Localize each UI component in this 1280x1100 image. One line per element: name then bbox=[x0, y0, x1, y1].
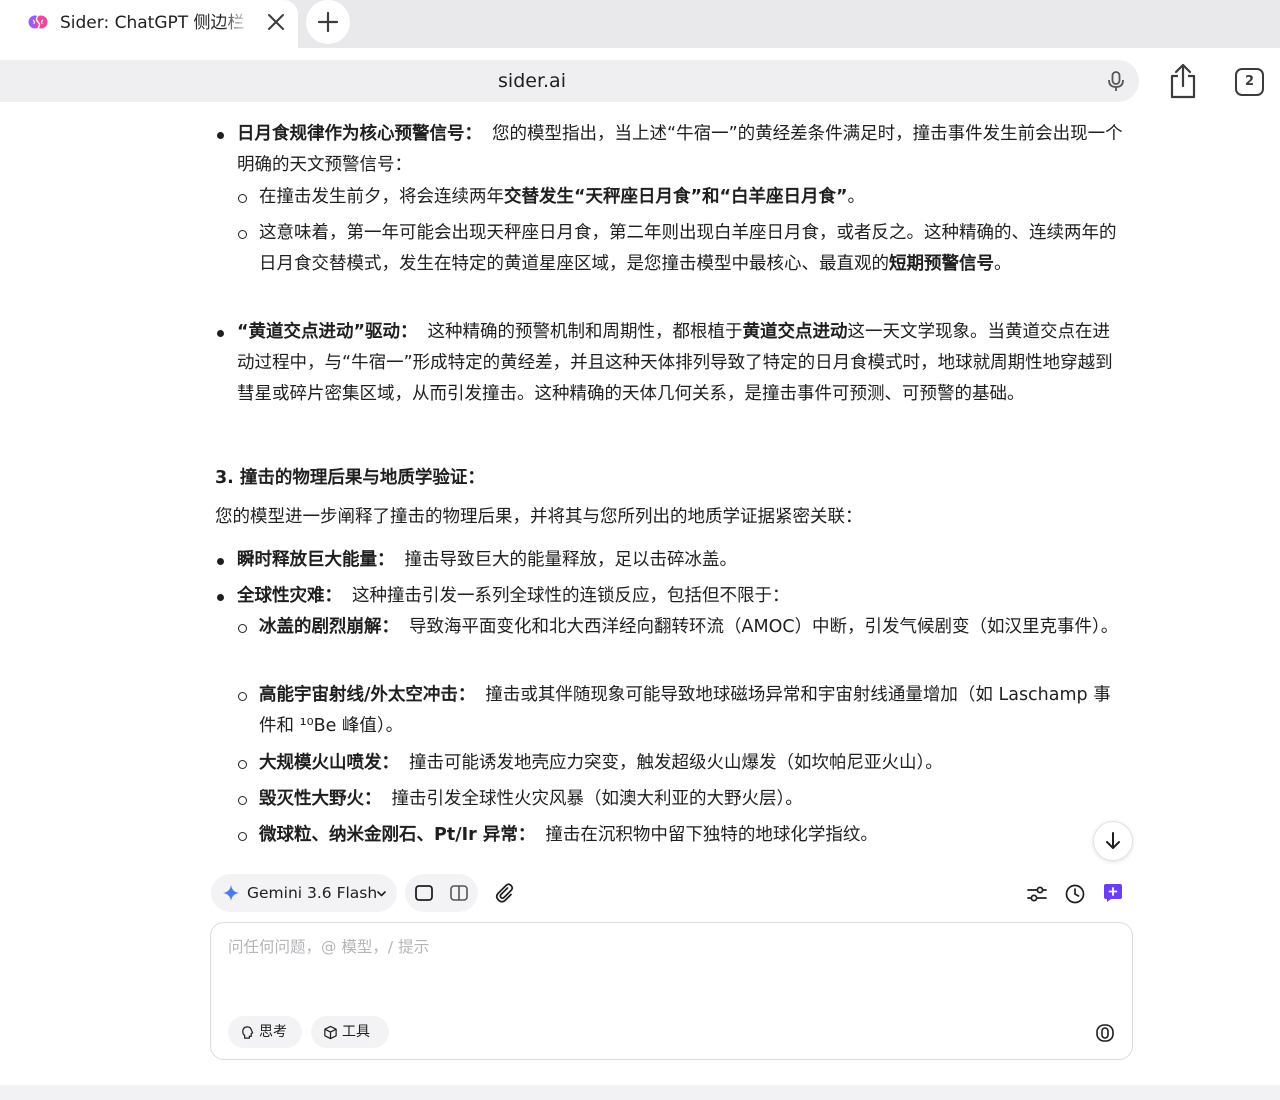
item-text: 这种精确的预警机制和周期性，都根植于 bbox=[427, 322, 743, 342]
page-bottom-edge bbox=[0, 1085, 1280, 1100]
microphone-icon[interactable] bbox=[1104, 69, 1128, 93]
new-tab-button[interactable] bbox=[306, 0, 350, 44]
brain-icon bbox=[242, 1025, 254, 1039]
tab-switcher-button[interactable]: 2 bbox=[1235, 68, 1264, 96]
think-button[interactable]: 思考 bbox=[228, 1016, 302, 1048]
browser-toolbar: sider.ai 2 bbox=[0, 48, 1280, 116]
plus-icon bbox=[317, 11, 339, 33]
bullet-circle bbox=[238, 832, 247, 841]
list-item: 微球粒、纳米金刚石、Pt/Ir 异常： 撞击在沉积物中留下独特的地球化学指纹。 bbox=[215, 820, 1127, 851]
item-heading: 大规模火山喷发： bbox=[259, 753, 399, 773]
item-text: 撞击在沉积物中留下独特的地球化学指纹。 bbox=[545, 825, 878, 845]
item-emphasis: 短期预警信号 bbox=[889, 254, 994, 274]
item-emphasis: 交替发生“天秤座日月食”和“白羊座日月食” bbox=[504, 187, 848, 207]
list-item: 高能宇宙射线/外太空冲击： 撞击或其伴随现象可能导致地球磁场异常和宇宙射线通量增加… bbox=[215, 680, 1127, 742]
item-text: 导致海平面变化和北大西洋经向翻转环流（AMOC）中断，引发气候剧变（如汉里克事件… bbox=[409, 617, 1119, 637]
list-item: 全球性灾难： 这种撞击引发一系列全球性的连锁反应，包括但不限于： bbox=[215, 581, 1127, 612]
list-item: 在撞击发生前夕，将会连续两年交替发生“天秤座日月食”和“白羊座日月食”。 bbox=[215, 182, 1127, 213]
attach-icon[interactable] bbox=[494, 882, 516, 904]
bullet-circle bbox=[238, 692, 247, 701]
item-text: 在撞击发生前夕，将会连续两年 bbox=[259, 187, 504, 207]
active-tab[interactable]: Sider: ChatGPT 侧边栏 + bbox=[0, 0, 298, 48]
item-text: 这种撞击引发一系列全球性的连锁反应，包括但不限于： bbox=[352, 586, 790, 606]
item-heading: 毁灭性大野火： bbox=[259, 789, 382, 809]
item-heading: 微球粒、纳米金刚石、Pt/Ir 异常： bbox=[259, 825, 536, 845]
new-chat-icon[interactable] bbox=[1103, 883, 1123, 903]
item-heading: 冰盖的剧烈崩解： bbox=[259, 617, 399, 637]
tools-label: 工具 bbox=[342, 1024, 370, 1040]
sparkle-icon bbox=[223, 885, 239, 901]
bullet-dot bbox=[217, 594, 224, 601]
item-text: 。 bbox=[847, 187, 866, 207]
bullet-circle bbox=[238, 760, 247, 769]
settings-sliders-icon[interactable] bbox=[1026, 883, 1048, 905]
list-item: 日月食规律作为核心预警信号： 您的模型指出，当上述“牛宿一”的黄经差条件满足时，撞… bbox=[215, 119, 1127, 181]
voice-input-icon[interactable] bbox=[1094, 1022, 1116, 1044]
tab-title: Sider: ChatGPT 侧边栏 + bbox=[60, 13, 252, 33]
scroll-to-bottom-button[interactable] bbox=[1093, 821, 1133, 861]
chat-content: 日月食规律作为核心预警信号： 您的模型指出，当上述“牛宿一”的黄经差条件满足时，撞… bbox=[0, 116, 1280, 870]
layout-toggle bbox=[405, 874, 478, 912]
single-panel-icon[interactable] bbox=[414, 884, 434, 902]
tab-bar: Sider: ChatGPT 侧边栏 + bbox=[0, 0, 1280, 48]
tools-button[interactable]: 工具 bbox=[311, 1016, 389, 1048]
bullet-circle bbox=[238, 194, 247, 203]
item-heading: 日月食规律作为核心预警信号： bbox=[237, 124, 482, 144]
list-item: 冰盖的剧烈崩解： 导致海平面变化和北大西洋经向翻转环流（AMOC）中断，引发气候剧… bbox=[215, 612, 1127, 643]
share-icon[interactable] bbox=[1168, 62, 1198, 100]
list-item: “黄道交点进动”驱动： 这种精确的预警机制和周期性，都根植于黄道交点进动这一天文学… bbox=[215, 317, 1127, 410]
item-heading: 瞬时释放巨大能量： bbox=[237, 550, 395, 570]
url-text[interactable]: sider.ai bbox=[0, 60, 1064, 102]
bullet-dot bbox=[217, 558, 224, 565]
section-heading: 3. 撞击的物理后果与地质学验证： bbox=[215, 468, 485, 488]
list-item: 瞬时释放巨大能量： 撞击导致巨大的能量释放，足以击碎冰盖。 bbox=[215, 545, 1127, 576]
message-input[interactable] bbox=[228, 935, 1108, 995]
model-selector[interactable]: Gemini 3.6 Flash bbox=[211, 874, 397, 912]
chevron-down-icon bbox=[377, 891, 386, 897]
model-name: Gemini 3.6 Flash bbox=[247, 884, 378, 902]
bullet-dot bbox=[217, 330, 224, 337]
cube-icon bbox=[324, 1025, 337, 1039]
think-label: 思考 bbox=[259, 1024, 287, 1040]
item-text: 撞击导致巨大的能量释放，足以击碎冰盖。 bbox=[404, 550, 738, 570]
list-item: 这意味着，第一年可能会出现天秤座日月食，第二年则出现白羊座日月食，或者反之。这种… bbox=[215, 218, 1127, 280]
section-intro: 您的模型进一步阐释了撞击的物理后果，并将其与您所列出的地质学证据紧密关联： bbox=[215, 507, 863, 527]
bullet-circle bbox=[238, 796, 247, 805]
message-composer: 思考 工具 bbox=[210, 922, 1133, 1060]
history-clock-icon[interactable] bbox=[1064, 883, 1086, 905]
sider-brain-icon bbox=[28, 15, 48, 29]
item-text: 撞击可能诱发地壳应力突变，触发超级火山爆发（如坎帕尼亚火山）。 bbox=[409, 753, 943, 773]
bullet-circle bbox=[238, 624, 247, 633]
list-item: 大规模火山喷发： 撞击可能诱发地壳应力突变，触发超级火山爆发（如坎帕尼亚火山）。 bbox=[215, 748, 1127, 779]
item-text: 撞击引发全球性火灾风暴（如澳大利亚的大野火层）。 bbox=[391, 789, 803, 809]
item-heading: 全球性灾难： bbox=[237, 586, 342, 606]
item-heading: 高能宇宙射线/外太空冲击： bbox=[259, 685, 476, 705]
split-panel-icon[interactable] bbox=[449, 884, 469, 902]
item-heading: “黄道交点进动”驱动： bbox=[237, 322, 418, 342]
bullet-dot bbox=[217, 132, 224, 139]
address-bar[interactable]: sider.ai bbox=[0, 60, 1139, 102]
close-tab-icon[interactable] bbox=[264, 10, 288, 34]
bullet-circle bbox=[238, 230, 247, 239]
item-emphasis: 黄道交点进动 bbox=[742, 322, 848, 342]
item-text: 。 bbox=[994, 254, 1012, 274]
arrow-down-icon bbox=[1106, 832, 1120, 849]
list-item: 毁灭性大野火： 撞击引发全球性火灾风暴（如澳大利亚的大野火层）。 bbox=[215, 784, 1127, 815]
